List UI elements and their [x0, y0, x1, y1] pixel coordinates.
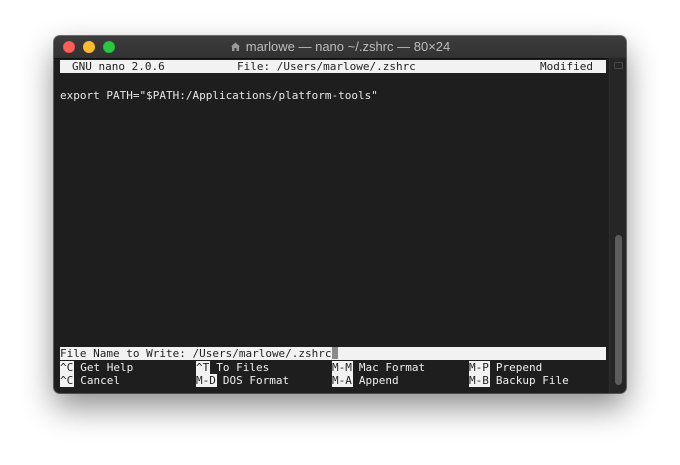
terminal-window: marlowe — nano ~/.zshrc — 80×24 GNU nano… [54, 36, 626, 393]
scrollbar-thumb[interactable] [615, 235, 622, 385]
filename-input[interactable]: /Users/marlowe/.zshrc [192, 347, 331, 360]
shortcut-label: Prepend [495, 361, 543, 374]
shortcut-to-files[interactable]: ^T To Files [196, 361, 269, 374]
prompt-label: File Name to Write: [60, 347, 186, 360]
window-title-group: marlowe — nano ~/.zshrc — 80×24 [54, 36, 626, 58]
title-bar[interactable]: marlowe — nano ~/.zshrc — 80×24 [54, 36, 626, 59]
shortcut-label: Get Help [80, 361, 134, 374]
editor-line[interactable]: export PATH="$PATH:/Applications/platfor… [60, 89, 606, 102]
shortcut-append[interactable]: M-A Append [332, 374, 399, 387]
shortcut-key: ^C [60, 374, 75, 387]
nano-modified-status: Modified [540, 60, 593, 73]
shortcut-label: Mac Format [358, 361, 426, 374]
shortcut-label: Backup File [495, 374, 569, 387]
shortcut-key: M-P [469, 361, 490, 374]
scrollbar[interactable] [609, 58, 626, 393]
shortcut-key: M-D [196, 374, 217, 387]
shortcut-label: To Files [216, 361, 270, 374]
shortcut-key: M-B [469, 374, 490, 387]
scrollbar-top-indicator [614, 62, 623, 69]
shortcut-key: M-M [332, 361, 353, 374]
window-title: marlowe — nano ~/.zshrc — 80×24 [245, 39, 451, 54]
shortcut-backup-file[interactable]: M-B Backup File [469, 374, 569, 387]
terminal-content[interactable]: GNU nano 2.0.6 File: /Users/marlowe/.zsh… [60, 60, 606, 388]
shortcut-get-help[interactable]: ^C Get Help [60, 361, 133, 374]
shortcut-label: Append [358, 374, 399, 387]
shortcut-key: ^C [60, 361, 75, 374]
shortcut-cancel[interactable]: ^C Cancel [60, 374, 120, 387]
nano-header-bar: GNU nano 2.0.6 File: /Users/marlowe/.zsh… [60, 60, 606, 73]
shortcut-label: DOS Format [222, 374, 290, 387]
shortcut-key: ^T [196, 361, 211, 374]
shortcut-key: M-A [332, 374, 353, 387]
home-folder-icon [230, 42, 240, 51]
nano-version: GNU nano 2.0.6 [72, 60, 165, 73]
write-filename-prompt[interactable]: File Name to Write: /Users/marlowe/.zshr… [60, 347, 606, 360]
nano-file-name: File: /Users/marlowe/.zshrc [237, 60, 416, 73]
text-cursor [331, 347, 338, 359]
shortcut-mac-format[interactable]: M-M Mac Format [332, 361, 425, 374]
shortcut-dos-format[interactable]: M-D DOS Format [196, 374, 289, 387]
shortcut-label: Cancel [80, 374, 120, 387]
shortcut-prepend[interactable]: M-P Prepend [469, 361, 542, 374]
